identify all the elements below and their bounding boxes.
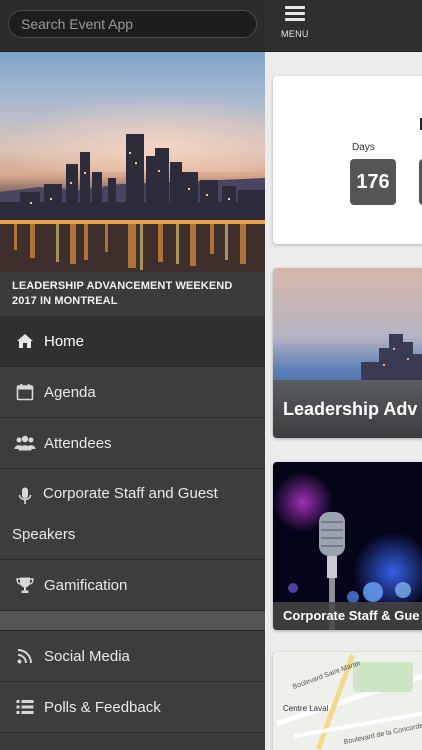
menu-item-home[interactable]: Home <box>0 316 265 367</box>
trophy-icon <box>14 574 36 596</box>
list-icon <box>14 696 36 718</box>
corporate-staff-tile-caption: Corporate Staff & Gue <box>273 602 422 630</box>
event-hero-image <box>0 52 265 272</box>
menu-item-label: Social Media <box>44 647 130 665</box>
leadership-tile[interactable]: Leadership Adv <box>273 268 422 438</box>
menu-item-gamification[interactable]: Gamification <box>0 560 265 611</box>
countdown-days-label: Days <box>352 142 375 153</box>
menu-item-attendees[interactable]: Attendees <box>0 418 265 469</box>
menu-item-label: Gamification <box>44 576 128 594</box>
menu-item-social-media[interactable]: Social Media <box>0 631 265 682</box>
map-street-label: Boulevard Saint-Martin <box>291 660 362 691</box>
search-input[interactable] <box>8 10 257 38</box>
leadership-tile-caption: Leadership Adv <box>273 380 422 438</box>
menu-button-label: MENU <box>281 29 309 39</box>
search-bar <box>0 0 265 52</box>
countdown-days-value: 176 <box>350 159 396 205</box>
menu-item-corporate-staff[interactable]: Corporate Staff and Guest Speakers <box>0 469 265 560</box>
side-menu-drawer: LEADERSHIP ADVANCEMENT WEEKEND 2017 IN M… <box>0 0 265 750</box>
hamburger-icon <box>284 6 305 22</box>
city-skyline-image <box>0 134 265 272</box>
calendar-icon <box>14 381 36 403</box>
map-park <box>353 662 413 692</box>
menu-item-label: Polls & Feedback <box>44 698 161 716</box>
menu-item-label: Home <box>44 332 85 350</box>
map-place-label: Centre Laval <box>283 704 329 713</box>
side-menu-list: Home Agenda Attendees Corporate Staff an… <box>0 316 265 733</box>
people-icon <box>14 432 36 454</box>
menu-item-label-continued: Speakers <box>12 526 76 543</box>
menu-item-polls-feedback[interactable]: Polls & Feedback <box>0 682 265 733</box>
menu-section-divider <box>0 611 265 631</box>
microphone-icon <box>14 485 36 507</box>
map-tile[interactable]: Boulevard Saint-Martin Centre Laval Boul… <box>273 652 422 750</box>
menu-item-agenda[interactable]: Agenda <box>0 367 265 418</box>
menu-item-label: Attendees <box>44 434 112 452</box>
menu-item-label: Corporate Staff and Guest <box>43 485 218 502</box>
corporate-staff-tile[interactable]: Corporate Staff & Gue <box>273 462 422 630</box>
menu-button[interactable]: MENU <box>281 0 309 39</box>
main-content: MENU Days 176 Leadership Adv Corporate S… <box>265 0 422 750</box>
home-icon <box>14 330 36 352</box>
rss-icon <box>14 645 36 667</box>
top-bar: MENU <box>265 0 422 52</box>
countdown-card <box>273 76 422 244</box>
menu-item-label: Agenda <box>44 383 96 401</box>
event-title: LEADERSHIP ADVANCEMENT WEEKEND 2017 IN M… <box>0 272 265 316</box>
